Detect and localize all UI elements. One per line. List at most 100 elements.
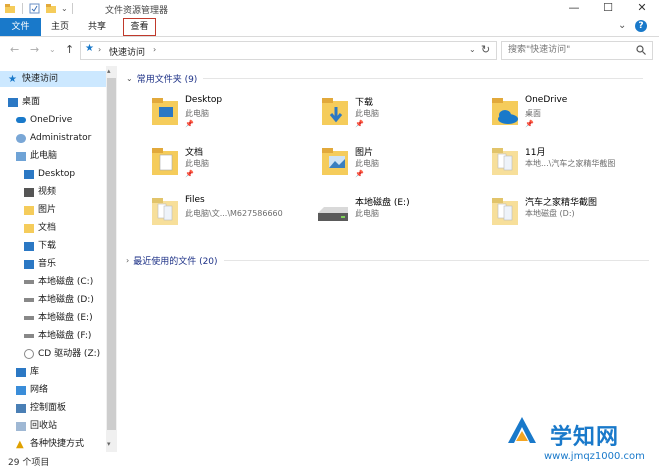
sidebar-item-music[interactable]: 音乐 xyxy=(24,256,56,272)
sidebar-item-control-panel[interactable]: 控制面板 xyxy=(16,400,66,416)
address-bar-row: ← → ⌄ ↑ ★ › 快速访问 › ⌄ ↻ xyxy=(0,37,659,63)
drive-icon xyxy=(24,316,34,320)
drive-tile-e[interactable]: 本地磁盘 (E:) 此电脑 xyxy=(315,195,475,233)
close-button[interactable]: ✕ xyxy=(627,0,657,18)
watermark: 学知网 www.jmqz1000.com xyxy=(500,405,659,469)
frequent-folders-header[interactable]: ⌄ 常用文件夹 (9) xyxy=(126,72,644,85)
chevron-down-icon[interactable]: ⌄ xyxy=(618,20,626,31)
sidebar-item-network[interactable]: 网络 xyxy=(16,382,48,398)
pictures-folder-icon xyxy=(322,148,348,175)
pin-icon: 📌 xyxy=(525,120,534,128)
folder-tile-downloads[interactable]: 下载 此电脑 📌 xyxy=(320,95,480,133)
sidebar-item-drive-e[interactable]: 本地磁盘 (E:) xyxy=(24,310,93,326)
user-icon xyxy=(16,133,26,143)
star-icon: ★ xyxy=(8,73,17,85)
music-folder-icon xyxy=(24,259,34,269)
network-icon xyxy=(16,385,26,395)
folder-tile-files[interactable]: Files 此电脑\文...\M627586660 xyxy=(150,195,310,233)
pin-icon: 📌 xyxy=(185,120,194,128)
drive-icon xyxy=(24,334,34,338)
breadcrumb-quick-access[interactable]: 快速访问 xyxy=(109,45,145,58)
desktop-folder-icon xyxy=(152,98,178,125)
explorer-icon[interactable] xyxy=(4,3,16,14)
tab-file[interactable]: 文件 xyxy=(0,18,41,36)
pin-icon: 📌 xyxy=(185,170,194,178)
drive-icon xyxy=(24,298,34,302)
search-box[interactable] xyxy=(501,41,653,60)
documents-folder-icon xyxy=(24,223,34,233)
recycle-bin-icon xyxy=(16,421,26,431)
sidebar-item-administrator[interactable]: Administrator xyxy=(16,130,91,146)
sidebar-item-drive-c[interactable]: 本地磁盘 (C:) xyxy=(24,274,93,290)
sidebar-item-libraries[interactable]: 库 xyxy=(16,364,39,380)
sidebar-item-drive-f[interactable]: 本地磁盘 (F:) xyxy=(24,328,91,344)
navigation-pane: ★ 快速访问 桌面 OneDrive Administrator 此电脑 Desk… xyxy=(0,66,117,452)
properties-icon[interactable] xyxy=(29,3,40,14)
minimize-button[interactable]: — xyxy=(559,0,589,18)
sidebar-item-onedrive[interactable]: OneDrive xyxy=(16,112,72,128)
folder-tile-qiche[interactable]: 汽车之家精华截图 本地磁盘 (D:) xyxy=(490,195,650,233)
control-panel-icon xyxy=(16,403,26,413)
refresh-icon[interactable]: ↻ xyxy=(481,43,490,56)
watermark-brand: 学知网 xyxy=(550,425,620,450)
watermark-logo-icon xyxy=(508,417,536,443)
drive-icon xyxy=(318,207,348,221)
section-divider xyxy=(203,78,644,79)
address-history-chevron-icon[interactable]: ⌄ xyxy=(469,45,476,54)
back-arrow-icon[interactable]: ← xyxy=(10,43,19,56)
recent-files-header[interactable]: › 最近使用的文件 (20) xyxy=(126,254,649,267)
sidebar-item-shortcuts[interactable]: ▲ 各种快捷方式 xyxy=(16,436,84,452)
sidebar-item-drive-d[interactable]: 本地磁盘 (D:) xyxy=(24,292,94,308)
scroll-down-chevron-icon[interactable]: ▾ xyxy=(107,440,111,448)
folder-tile-documents[interactable]: 文档 此电脑 📌 xyxy=(150,145,310,183)
drive-icon xyxy=(24,280,34,284)
video-folder-icon xyxy=(24,187,34,197)
help-button[interactable]: ? xyxy=(635,20,647,32)
nav-scrollbar-thumb[interactable] xyxy=(107,78,116,430)
cd-icon xyxy=(24,349,34,359)
address-field[interactable]: ★ › 快速访问 › ⌄ ↻ xyxy=(80,41,497,60)
folder-icon xyxy=(492,198,518,225)
maximize-button[interactable]: ☐ xyxy=(593,0,623,18)
search-icon[interactable] xyxy=(636,45,646,55)
window-title: 文件资源管理器 xyxy=(105,6,169,16)
collapse-chevron-icon[interactable]: ⌄ xyxy=(126,74,133,83)
documents-folder-icon xyxy=(152,148,178,175)
folder-icon xyxy=(152,198,178,225)
sidebar-item-documents[interactable]: 文档 xyxy=(24,220,56,236)
folder-tile-desktop[interactable]: Desktop 此电脑 📌 xyxy=(150,95,310,133)
desktop-folder-icon xyxy=(24,169,34,179)
sidebar-item-downloads[interactable]: 下载 xyxy=(24,238,56,254)
forward-arrow-icon[interactable]: → xyxy=(30,43,39,56)
sidebar-item-desktop-folder[interactable]: Desktop xyxy=(24,166,75,182)
tab-view[interactable]: 查看 xyxy=(123,18,156,36)
tab-share[interactable]: 共享 xyxy=(82,18,112,36)
pin-icon: 📌 xyxy=(355,170,364,178)
sidebar-item-recycle-bin[interactable]: 回收站 xyxy=(16,418,57,434)
folder-tile-pictures[interactable]: 图片 此电脑 📌 xyxy=(320,145,480,183)
sidebar-item-this-pc[interactable]: 此电脑 xyxy=(16,148,57,164)
sidebar-item-cd-drive[interactable]: CD 驱动器 (Z:) xyxy=(24,346,100,362)
folder-tile-onedrive[interactable]: OneDrive 桌面 📌 xyxy=(490,95,650,133)
up-arrow-icon[interactable]: ↑ xyxy=(65,43,74,56)
breadcrumb-separator-icon: › xyxy=(98,45,102,54)
breadcrumb-chevron-icon[interactable]: › xyxy=(153,45,156,54)
search-input[interactable] xyxy=(502,42,628,57)
sidebar-item-videos[interactable]: 视频 xyxy=(24,184,56,200)
desktop-icon xyxy=(8,97,18,107)
tab-home[interactable]: 主页 xyxy=(45,18,75,36)
scroll-up-chevron-icon[interactable]: ▴ xyxy=(107,67,111,75)
customize-toolbar-chevron-icon[interactable]: ⌄ xyxy=(61,4,68,13)
folder-tile-11yue[interactable]: 11月 本地...\汽车之家精华截图 xyxy=(490,145,650,183)
expand-chevron-icon[interactable]: › xyxy=(126,256,129,265)
sidebar-item-desktop[interactable]: 桌面 xyxy=(8,94,40,110)
pin-icon: 📌 xyxy=(355,120,364,128)
watermark-url: www.jmqz1000.com xyxy=(544,451,645,462)
ribbon-tabs: 文件 主页 共享 查看 ⌄ ? xyxy=(0,18,659,37)
pictures-folder-icon xyxy=(24,205,34,215)
sidebar-item-quick-access[interactable]: ★ 快速访问 xyxy=(8,71,58,87)
downloads-folder-icon xyxy=(24,241,34,251)
new-folder-icon[interactable] xyxy=(45,3,57,14)
recent-locations-chevron-icon[interactable]: ⌄ xyxy=(49,45,56,54)
sidebar-item-pictures[interactable]: 图片 xyxy=(24,202,56,218)
